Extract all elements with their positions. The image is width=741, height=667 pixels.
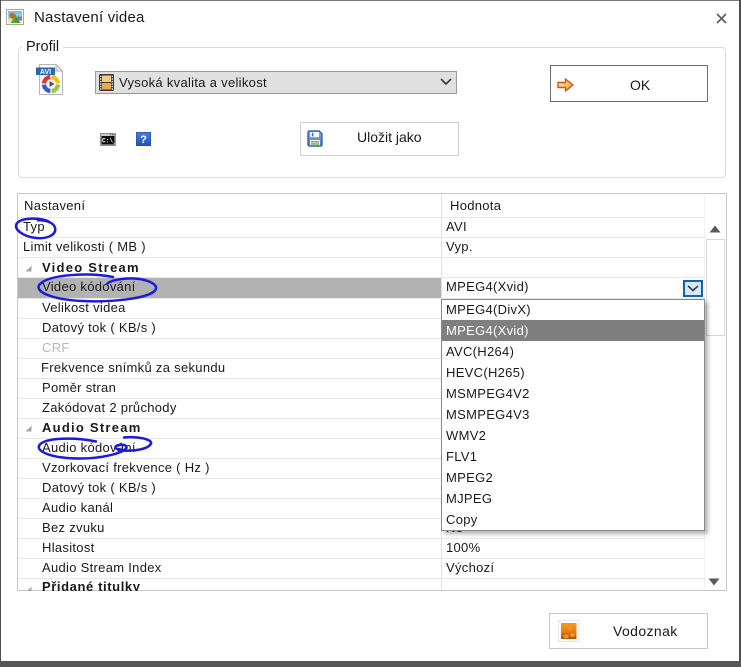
svg-text:C:\_: C:\_ (102, 138, 116, 145)
svg-text:?: ? (140, 134, 147, 146)
svg-text:AVI: AVI (40, 69, 51, 76)
